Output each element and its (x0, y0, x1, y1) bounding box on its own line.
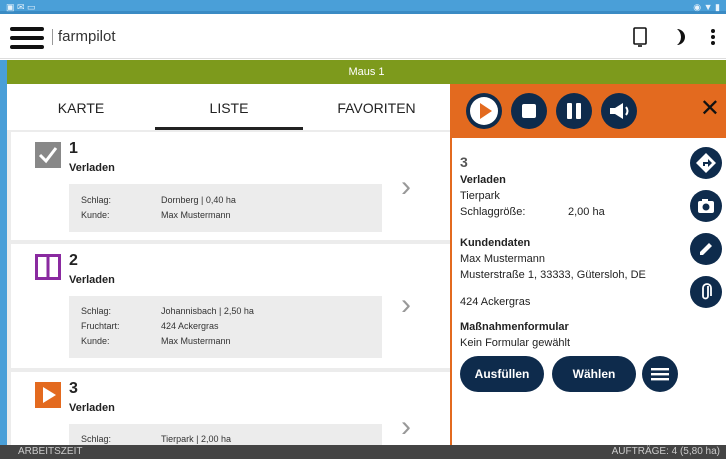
control-bar: ✕ (452, 84, 726, 138)
stop-button[interactable] (511, 93, 547, 129)
navigation-icon[interactable] (690, 147, 722, 179)
close-icon[interactable]: ✕ (700, 95, 720, 123)
tablet-icon[interactable] (633, 27, 647, 52)
field-label: Schlag: (81, 195, 112, 205)
app-bar: farmpilot (0, 17, 726, 59)
customer-name: Max Mustermann (460, 253, 545, 265)
system-status-bar: ▣ ✉ ▭ ◉ ▼ ▮ (0, 0, 726, 14)
tab-karte[interactable]: KARTE (7, 84, 155, 130)
play-icon[interactable] (35, 382, 61, 408)
field-value: Max Mustermann (161, 336, 231, 346)
order-details: Schlag: Tierpark | 2,00 ha (69, 424, 382, 445)
customer-address: Musterstraße 1, 33333, Gütersloh, DE (460, 269, 646, 281)
field-label: Kunde: (81, 336, 110, 346)
field-label: Fruchtart: (81, 321, 120, 331)
more-options-icon[interactable] (710, 27, 716, 52)
fill-form-button[interactable]: Ausfüllen (460, 356, 544, 392)
detail-size-label: Schlaggröße: (460, 206, 526, 218)
field-value: Tierpark | 2,00 ha (161, 434, 232, 444)
order-card-2[interactable]: 2 Verladen Schlag: Johannisbach | 2,50 h… (11, 244, 450, 368)
machine-bar: Maus 1 (7, 60, 726, 84)
form-value: Kein Formular gewählt (460, 337, 571, 349)
detail-size-value: 2,00 ha (568, 206, 605, 218)
order-type: Verladen (69, 274, 115, 286)
play-button[interactable] (466, 93, 502, 129)
side-shade (0, 60, 7, 445)
order-details: Schlag: Johannisbach | 2,50 ha Fruchtart… (69, 296, 382, 358)
order-number: 2 (69, 252, 78, 269)
field-value: Max Mustermann (161, 210, 231, 220)
order-type: Verladen (69, 162, 115, 174)
detail-field-name: Tierpark (460, 190, 500, 202)
notification-icons: ▣ ✉ ▭ (6, 2, 36, 12)
orders-summary: AUFTRÄGE: 4 (5,80 ha) (611, 446, 720, 457)
system-indicators: ◉ ▼ ▮ (693, 2, 720, 12)
order-number: 3 (69, 380, 78, 397)
field-label: Kunde: (81, 210, 110, 220)
pause-icon[interactable] (35, 254, 61, 280)
form-menu-button[interactable] (642, 356, 678, 392)
select-form-button[interactable]: Wählen (552, 356, 636, 392)
order-list-pane: KARTE LISTE FAVORITEN 1 Verladen Schlag:… (7, 84, 450, 445)
detail-crop: 424 Ackergras (460, 296, 531, 308)
field-value: Dornberg | 0,40 ha (161, 195, 236, 205)
edit-icon[interactable] (690, 233, 722, 265)
tab-liste[interactable]: LISTE (155, 84, 303, 130)
form-heading: Maßnahmenformular (460, 321, 569, 333)
order-card-3[interactable]: 3 Verladen Schlag: Tierpark | 2,00 ha › (11, 372, 450, 445)
order-card-1[interactable]: 1 Verladen Schlag: Dornberg | 0,40 ha Ku… (11, 132, 450, 240)
tab-favoriten[interactable]: FAVORITEN (303, 84, 450, 130)
chevron-right-icon[interactable]: › (401, 290, 411, 320)
order-type: Verladen (69, 402, 115, 414)
announce-button[interactable] (601, 93, 637, 129)
app-name: farmpilot (52, 29, 116, 45)
field-value: Johannisbach | 2,50 ha (161, 306, 254, 316)
tab-bar: KARTE LISTE FAVORITEN (7, 84, 450, 130)
order-details: Schlag: Dornberg | 0,40 ha Kunde: Max Mu… (69, 184, 382, 232)
footer-bar: ARBEITSZEIT AUFTRÄGE: 4 (5,80 ha) (0, 445, 726, 459)
check-icon[interactable] (35, 142, 61, 168)
detail-order-number: 3 (460, 154, 468, 170)
detail-order-type: Verladen (460, 174, 506, 186)
order-detail-pane: ✕ 3 Verladen Tierpark Schlaggröße: 2,00 … (450, 84, 726, 445)
pause-button[interactable] (556, 93, 592, 129)
menu-icon[interactable] (10, 27, 44, 49)
field-label: Schlag: (81, 434, 112, 444)
order-number: 1 (69, 140, 78, 157)
working-time-label[interactable]: ARBEITSZEIT (18, 445, 82, 459)
field-value: 424 Ackergras (161, 321, 219, 331)
chevron-right-icon[interactable]: › (401, 412, 411, 442)
night-mode-icon[interactable] (672, 27, 688, 52)
chevron-right-icon[interactable]: › (401, 172, 411, 202)
attachment-icon[interactable] (690, 276, 722, 308)
customer-heading: Kundendaten (460, 237, 531, 249)
field-label: Schlag: (81, 306, 112, 316)
camera-icon[interactable] (690, 190, 722, 222)
